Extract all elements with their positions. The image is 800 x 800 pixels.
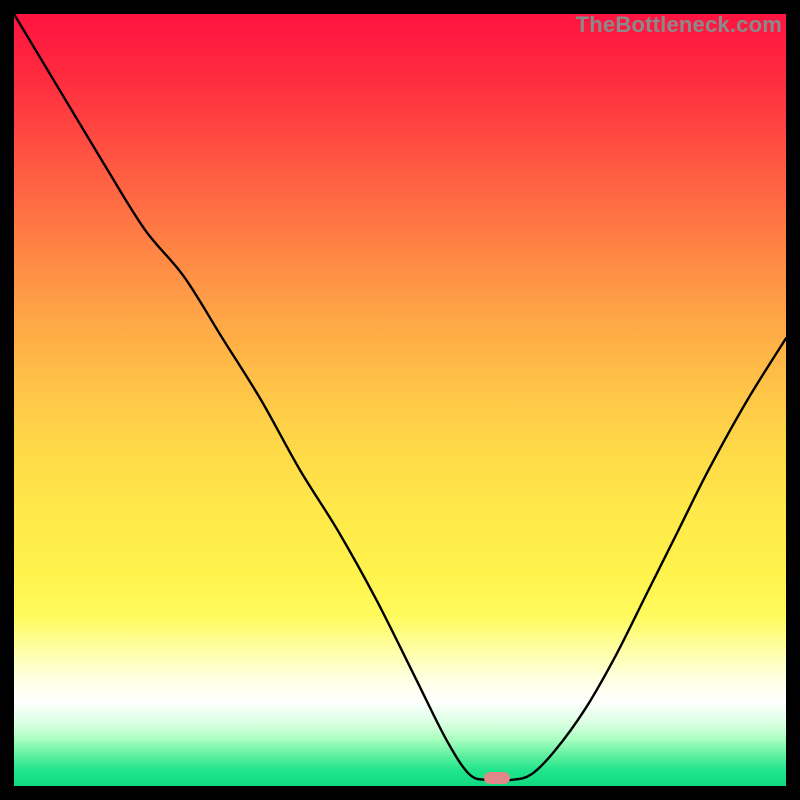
chart-frame: TheBottleneck.com xyxy=(14,14,786,786)
watermark-text: TheBottleneck.com xyxy=(576,12,782,38)
optimal-point-marker xyxy=(484,772,510,784)
gradient-background xyxy=(14,14,786,786)
